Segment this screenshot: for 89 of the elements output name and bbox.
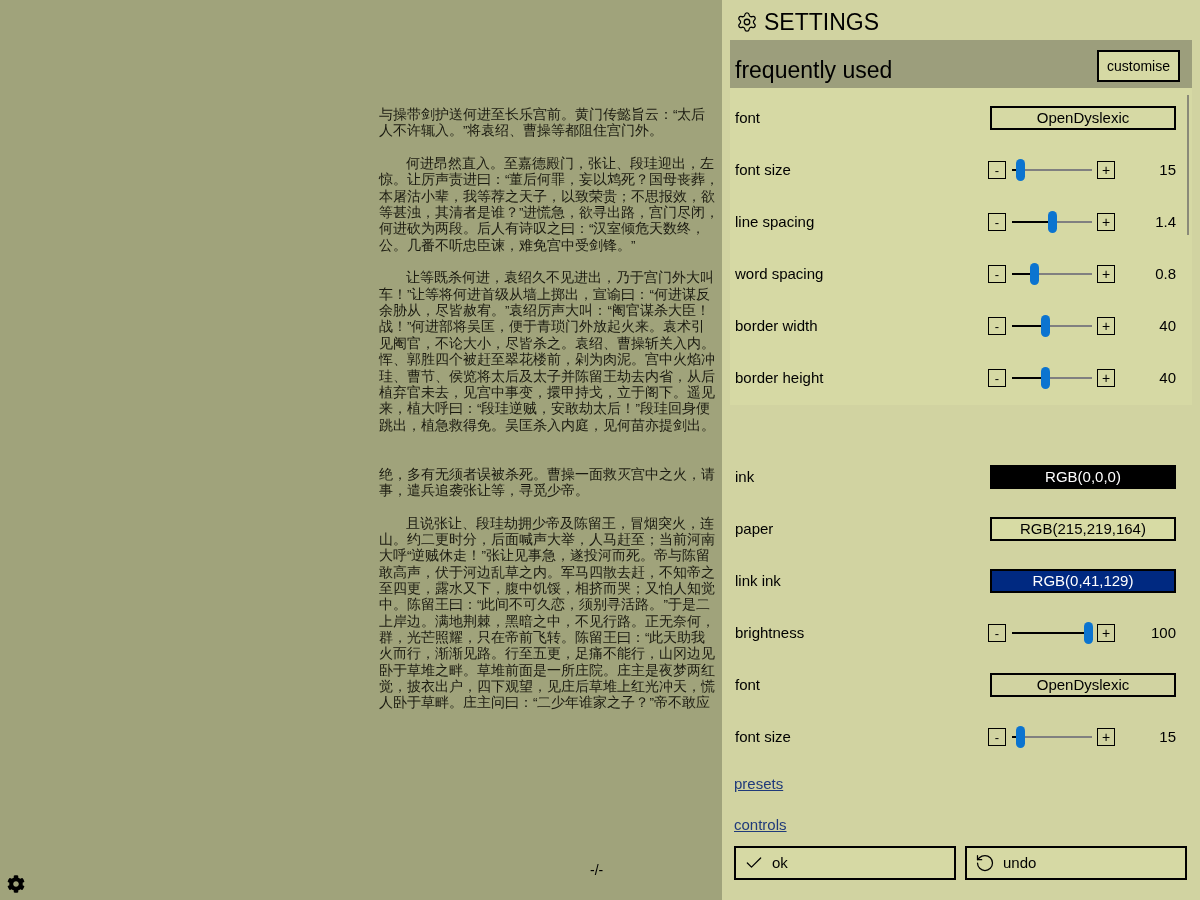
slider-value: 40 <box>1159 367 1176 388</box>
text-line: 至四更，露水又下，腹中饥馁，相挤而哭；又怕人知觉 <box>379 580 715 597</box>
page-indicator: -/- <box>590 861 604 880</box>
decrement-button[interactable]: - <box>988 728 1006 746</box>
slider-value: 1.4 <box>1155 211 1176 232</box>
settings-icon <box>736 11 758 33</box>
text-line: 人卧于草畔。庄主问曰：“二少年谁家之子？”帝不敢应 <box>379 695 710 712</box>
font-select[interactable]: OpenDyslexic <box>990 106 1176 130</box>
text-line: 人不许辄入。”将袁绍、曹操等都阻住宫门外。 <box>379 123 664 140</box>
text-line: 事，遣兵追袭张让等，寻觅少帝。 <box>379 482 589 500</box>
text-line: 火而行，渐渐见路。行至五更，足痛不能行，山冈边见 <box>379 646 715 663</box>
color-swatch-button[interactable]: RGB(0,0,0) <box>990 465 1176 489</box>
setting-label: border width <box>735 315 818 336</box>
text-line: 与操带剑护送何进至长乐宫前。黄门传懿旨云：“太后 <box>379 107 706 123</box>
slider-thumb[interactable] <box>1084 622 1093 644</box>
text-line: 余胁从，尽皆赦宥。”袁绍厉声大叫：“阉官谋杀大臣！ <box>379 303 710 319</box>
ok-button[interactable]: ok <box>734 846 956 880</box>
settings-title: SETTINGS <box>764 7 879 37</box>
settings-link[interactable]: controls <box>734 813 787 836</box>
setting-label: word spacing <box>735 263 824 284</box>
text-line: 珪、曹节、侯览将太后及太子并陈留王劫去内省，从后 <box>379 368 715 385</box>
text-line: 上岸边。满地荆棘，黑暗之中，不见行路。正无奈何， <box>379 613 715 630</box>
text-line: 来，植大呼曰：“段珪逆贼，安敢劫太后！”段珪回身便 <box>379 401 710 418</box>
text-line: 本屠沽小辈，我等荐之天子，以致荣贵；不思报效，欲 <box>379 188 715 205</box>
setting-label: font size <box>735 726 791 747</box>
text-line: 恽、郭胜四个被赶至翠花楼前，剁为肉泥。宫中火焰冲 <box>379 352 715 369</box>
text-line: 卧于草堆之畔。草堆前面是一所庄院。庄主是夜梦两红 <box>379 662 715 679</box>
text-line: 绝，多有无须者误被杀死。曹操一面救灭宫中之火，请 <box>379 466 715 483</box>
slider-value: 100 <box>1150 622 1176 643</box>
increment-button[interactable]: + <box>1097 161 1115 179</box>
text-line: 大呼“逆贼休走！”张让见事急，遂投河而死。帝与陈留 <box>379 548 710 565</box>
text-line: 觉，披衣出户，四下观望，见庄后草堆上红光冲天，慌 <box>379 679 715 695</box>
decrement-button[interactable]: - <box>988 161 1006 179</box>
increment-button[interactable]: + <box>1097 728 1115 746</box>
setting-label: paper <box>735 518 774 539</box>
decrement-button[interactable]: - <box>988 369 1006 387</box>
slider-thumb[interactable] <box>1016 159 1025 181</box>
increment-button[interactable]: + <box>1097 369 1115 387</box>
decrement-button[interactable]: - <box>988 317 1006 335</box>
text-line: 何进昂然直入。至嘉德殿门，张让、段珪迎出，左 <box>405 156 714 172</box>
text-line: 惊。让厉声责进曰：“董后何罪，妄以鸩死？国母丧葬， <box>379 172 720 189</box>
slider-value: 15 <box>1159 726 1176 747</box>
font-select[interactable]: OpenDyslexic <box>990 673 1176 697</box>
text-line: 见阉官，不论大小，尽皆杀之。袁绍、曹操斩关入内。 <box>379 335 715 352</box>
increment-button[interactable]: + <box>1097 265 1115 283</box>
scrollbar[interactable] <box>1187 95 1189 235</box>
setting-label: font <box>735 107 761 128</box>
setting-label: brightness <box>735 622 805 643</box>
undo-icon <box>975 853 995 873</box>
slider-thumb[interactable] <box>1029 263 1039 285</box>
decrement-button[interactable]: - <box>988 624 1006 642</box>
text-line: 让等既杀何进，袁绍久不见进出，乃于宫门外大叫 <box>405 270 714 287</box>
slider-value: 0.8 <box>1155 263 1176 284</box>
decrement-button[interactable]: - <box>988 213 1006 231</box>
setting-label: ink <box>735 466 755 487</box>
slider-thumb[interactable] <box>1040 367 1050 389</box>
setting-label: font <box>735 674 761 695</box>
text-line: 跳出，植急救得免。吴匡杀入内庭，见何苗亦提剑出。 <box>379 417 715 434</box>
decrement-button[interactable]: - <box>988 265 1006 283</box>
slider-thumb[interactable] <box>1040 315 1050 337</box>
increment-button[interactable]: + <box>1097 624 1115 642</box>
setting-label: border height <box>735 367 824 388</box>
text-line: 群，光芒照耀，只在帝前飞转。陈留王曰：“此天助我 <box>379 630 706 646</box>
text-line: 山。约二更时分，后面喊声大举，人马赶至；当前河南 <box>379 531 715 548</box>
text-line: 战！”何进部将吴匡，便于青琐门外放起火来。袁术引 <box>379 319 706 336</box>
text-line: 公。几番不听忠臣谏，难免宫中受剑锋。” <box>379 237 636 255</box>
text-line: 且说张让、段珪劫拥少帝及陈留王，冒烟突火，连 <box>405 515 714 532</box>
slider-value: 40 <box>1159 315 1176 336</box>
setting-label: line spacing <box>735 211 815 232</box>
increment-button[interactable]: + <box>1097 317 1115 335</box>
setting-label: link ink <box>735 570 781 591</box>
settings-link[interactable]: presets <box>734 773 784 796</box>
text-line: 等甚浊，其清者是谁？”进慌急，欲寻出路，宫门尽闭， <box>379 205 720 221</box>
settings-icon[interactable] <box>7 875 25 893</box>
color-swatch-button[interactable]: RGB(215,219,164) <box>990 517 1176 541</box>
text-line: 车！”让等将何进首级从墙上掷出，宣谕曰：“何进谋反 <box>379 286 710 303</box>
slider-thumb[interactable] <box>1048 211 1057 233</box>
slider-thumb[interactable] <box>1016 726 1025 748</box>
undo-button[interactable]: undo <box>965 846 1187 880</box>
text-line: 中。陈留王曰：“此间不可久恋，须别寻活路。”于是二 <box>379 597 710 614</box>
slider-value: 15 <box>1159 159 1176 180</box>
color-swatch-button[interactable]: RGB(0,41,129) <box>990 569 1176 593</box>
customise-button[interactable]: customise <box>1096 50 1180 82</box>
section-title: frequently used <box>735 55 893 85</box>
text-line: 敢高声，伏于河边乱草之内。军马四散去赶，不知帝之 <box>379 564 715 581</box>
text-line: 何进砍为两段。后人有诗叹之曰：“汉室倾危天数终， <box>379 221 706 238</box>
text-line: 植弃官未去，见宫中事变，擐甲持戈，立于阁下。遥见 <box>379 384 715 401</box>
setting-label: font size <box>735 159 791 180</box>
increment-button[interactable]: + <box>1097 213 1115 231</box>
